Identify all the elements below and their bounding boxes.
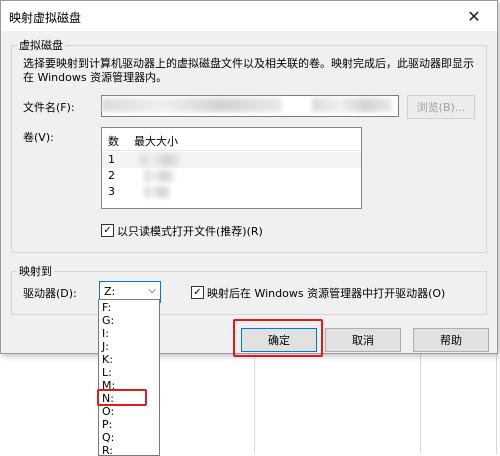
drive-select-value: Z: — [104, 285, 116, 298]
drive-dropdown-list[interactable]: F: G: I: J: K: L: M: N: O: P: Q: R: — [98, 299, 160, 456]
volume-size-blurred — [144, 186, 170, 198]
check-icon: ✓ — [193, 287, 202, 298]
check-icon: ✓ — [103, 225, 112, 236]
readonly-label[interactable]: 以只读模式打开文件(推荐)(R) — [117, 223, 263, 239]
volume-row[interactable]: 1 — [102, 152, 361, 168]
volume-size-blurred — [140, 154, 180, 166]
dropdown-option-f[interactable]: F: — [102, 301, 111, 314]
volume-label: 卷(V): — [23, 131, 54, 144]
close-icon: ✕ — [467, 6, 481, 26]
filename-label: 文件名(F): — [23, 101, 75, 114]
dropdown-option-k[interactable]: K: — [102, 353, 113, 366]
browse-button[interactable]: 浏览(B)... — [407, 95, 475, 119]
volume-list[interactable]: 数 最大大小 1 2 3 — [101, 127, 362, 209]
title-bar: 映射虚拟磁盘 ✕ — [1, 1, 497, 31]
dropdown-option-j[interactable]: J: — [102, 340, 109, 353]
map-to-group-title: 映射到 — [17, 263, 54, 279]
dropdown-option-i[interactable]: I: — [102, 327, 109, 340]
drive-label: 驱动器(D): — [23, 287, 77, 300]
dropdown-option-p[interactable]: P: — [102, 418, 112, 431]
highlight-ok-button — [233, 319, 323, 357]
highlight-option-n — [97, 389, 147, 406]
volume-column-max-size[interactable]: 最大大小 — [134, 133, 178, 149]
background-divider — [420, 352, 421, 454]
dialog-title: 映射虚拟磁盘 — [9, 11, 82, 25]
filename-input[interactable] — [101, 95, 399, 117]
dropdown-option-q[interactable]: Q: — [102, 431, 114, 444]
readonly-checkbox[interactable]: ✓ — [101, 224, 114, 237]
help-button[interactable]: 帮助 — [413, 328, 489, 352]
filename-blurred-text — [102, 98, 282, 112]
open-explorer-checkbox[interactable]: ✓ — [191, 286, 204, 299]
volume-row[interactable]: 2 — [102, 168, 361, 184]
chevron-down-icon: ⌵ — [148, 285, 156, 296]
virtual-disk-description: 选择要映射到计算机驱动器上的虚拟磁盘文件以及相关联的卷。映射完成后，此驱动器即显… — [23, 57, 474, 84]
close-button[interactable]: ✕ — [451, 1, 497, 31]
dropdown-option-l[interactable]: L: — [102, 366, 112, 379]
volume-column-number[interactable]: 数 — [108, 133, 119, 149]
cancel-button[interactable]: 取消 — [325, 328, 401, 352]
dropdown-option-r[interactable]: R: — [102, 444, 113, 455]
dropdown-option-g[interactable]: G: — [102, 314, 114, 327]
background-divider — [254, 352, 255, 454]
volume-row[interactable]: 3 — [102, 184, 361, 200]
dropdown-option-o[interactable]: O: — [102, 405, 114, 418]
map-virtual-disk-dialog: 映射虚拟磁盘 ✕ 虚拟磁盘 选择要映射到计算机驱动器上的虚拟磁盘文件以及相关联的… — [0, 0, 498, 354]
volume-list-header: 数 最大大小 — [102, 128, 361, 151]
volume-size-blurred — [144, 170, 174, 182]
virtual-disk-group-title: 虚拟磁盘 — [17, 37, 65, 53]
open-explorer-label[interactable]: 映射后在 Windows 资源管理器中打开驱动器(O) — [207, 285, 445, 301]
filename-blurred-text — [312, 98, 392, 112]
